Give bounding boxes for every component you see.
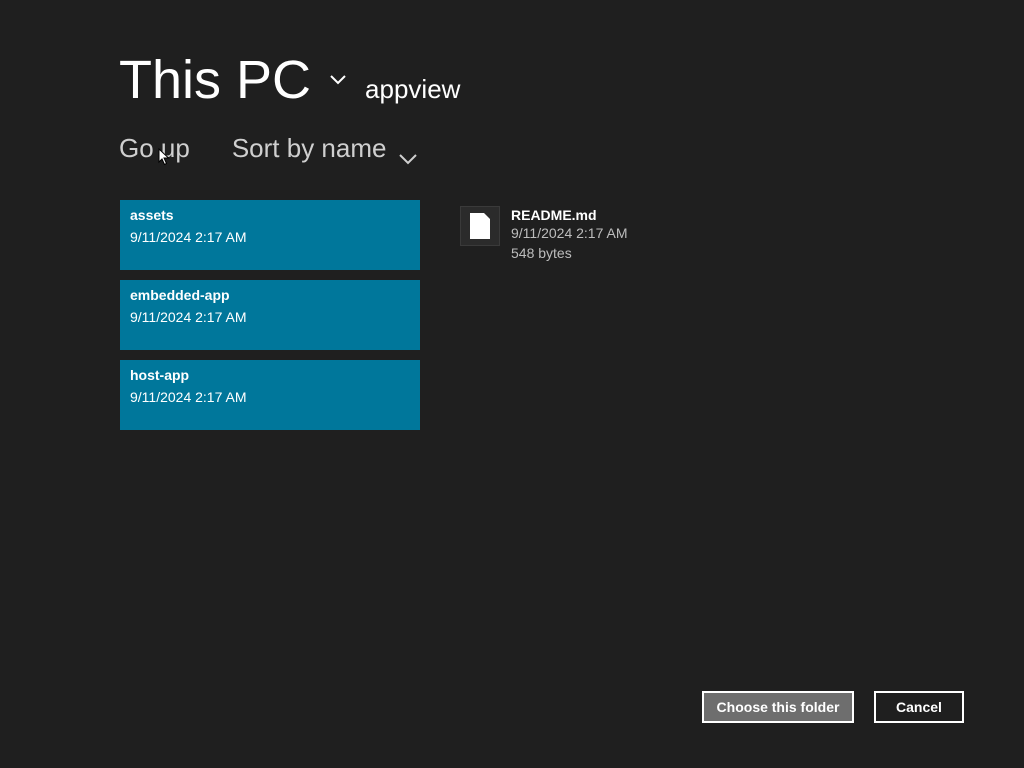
document-icon	[460, 206, 500, 246]
folder-list: assets 9/11/2024 2:17 AM embedded-app 9/…	[120, 200, 420, 440]
cancel-button[interactable]: Cancel	[874, 691, 964, 723]
mouse-pointer-icon	[158, 147, 170, 171]
go-up-button[interactable]: Go up	[119, 133, 190, 164]
location-chevron-down-icon[interactable]	[329, 70, 347, 88]
file-item[interactable]: README.md 9/11/2024 2:17 AM 548 bytes	[460, 206, 628, 263]
location-title[interactable]: This PC	[119, 48, 311, 112]
folder-picker: This PC appview Go up Sort by name asset…	[0, 0, 1024, 768]
file-name: README.md	[511, 207, 597, 223]
folder-tile[interactable]: host-app 9/11/2024 2:17 AM	[120, 360, 420, 430]
folder-name: assets	[130, 207, 174, 223]
file-date: 9/11/2024 2:17 AM	[511, 225, 628, 241]
file-details: README.md 9/11/2024 2:17 AM 548 bytes	[511, 207, 628, 263]
folder-name: host-app	[130, 367, 190, 383]
header: This PC appview	[119, 48, 460, 112]
current-folder-name: appview	[365, 74, 461, 104]
folder-name: embedded-app	[130, 287, 230, 303]
choose-this-folder-button[interactable]: Choose this folder	[702, 691, 854, 723]
folder-date: 9/11/2024 2:17 AM	[130, 309, 247, 325]
folder-tile[interactable]: assets 9/11/2024 2:17 AM	[120, 200, 420, 270]
folder-date: 9/11/2024 2:17 AM	[130, 389, 247, 405]
sort-by-label: Sort by name	[231, 133, 387, 163]
file-size: 548 bytes	[511, 245, 572, 261]
folder-date: 9/11/2024 2:17 AM	[130, 229, 247, 245]
folder-tile[interactable]: embedded-app 9/11/2024 2:17 AM	[120, 280, 420, 350]
sort-chevron-down-icon	[398, 142, 418, 164]
sort-by-dropdown[interactable]: Sort by name	[232, 133, 419, 164]
